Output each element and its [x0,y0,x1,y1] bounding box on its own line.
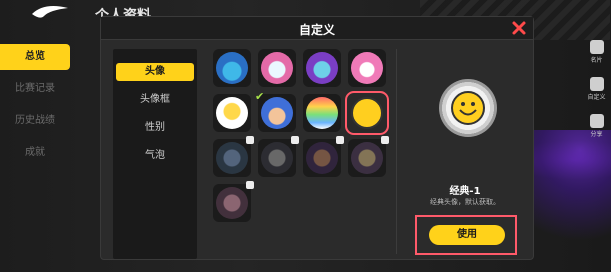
card-button[interactable]: 名片 [582,40,611,74]
avatar-option[interactable] [213,94,251,132]
category-tabs: 头像 头像框 性别 气泡 [113,49,197,259]
dialog-title: 自定义 [298,23,335,37]
menu-item-overview[interactable]: 总览 [0,44,70,70]
avatar-image [351,142,383,174]
lock-icon [381,136,389,144]
right-side-menu: 名片 自定义 分享 [582,30,611,148]
close-icon[interactable] [511,20,527,36]
equipped-check-icon: ✔ [255,90,265,103]
use-button-highlight: 使用 [415,215,517,255]
lock-icon [336,136,344,144]
avatar-image [261,97,293,129]
avatar-option[interactable]: ✔ [255,90,296,132]
dialog-header: 自定义 [101,17,533,40]
avatar-description: 经典头像，默认获取。 [430,198,500,206]
smiley-avatar-image [351,97,383,129]
avatar-option-locked[interactable] [213,136,254,177]
customize-button[interactable]: 自定义 [582,77,611,111]
avatar-option-locked[interactable] [258,136,299,177]
lock-icon [291,136,299,144]
left-menu: 总览 比赛记录 历史战绩 成就 [0,44,70,172]
share-button[interactable]: 分享 [582,114,611,148]
avatar-preview [439,79,497,137]
menu-item-history[interactable]: 历史战绩 [0,108,70,134]
avatar-image [216,142,248,174]
avatar-option[interactable] [348,49,386,87]
avatar-name: 经典-1 [449,186,481,197]
avatar-image [261,142,293,174]
lock-icon [246,181,254,189]
avatar-option[interactable] [213,49,251,87]
avatar-image [306,52,338,84]
avatar-option[interactable] [303,49,341,87]
share-icon [589,114,604,128]
card-icon [589,40,604,54]
avatar-option-locked[interactable] [348,136,389,177]
back-arrow-icon[interactable] [30,4,70,24]
divider [396,49,397,254]
menu-item-match-records[interactable]: 比赛记录 [0,76,70,102]
avatar-option[interactable] [303,94,341,132]
shirt-icon [589,77,604,91]
avatar-image [306,97,338,129]
menu-item-achievements[interactable]: 成就 [0,140,70,166]
customize-dialog: 自定义 头像 头像框 性别 气泡 ✔ 经典-1 经典头像，默认获取。 使用 [100,16,534,260]
avatar-option[interactable] [258,49,296,87]
smiley-face-icon [451,91,485,125]
lock-icon [246,136,254,144]
avatar-image [216,52,248,84]
tab-gender[interactable]: 性别 [113,119,197,137]
avatar-option-selected[interactable] [345,91,389,135]
avatar-image [216,187,248,219]
avatar-image [261,52,293,84]
tab-avatar[interactable]: 头像 [116,63,194,81]
tab-avatar-frame[interactable]: 头像框 [113,91,197,109]
use-button[interactable]: 使用 [429,225,505,245]
avatar-option-locked[interactable] [303,136,344,177]
avatar-option-locked[interactable] [213,181,254,222]
avatar-image [306,142,338,174]
tab-bubble[interactable]: 气泡 [113,147,197,165]
avatar-image [351,52,383,84]
avatar-image [216,97,248,129]
